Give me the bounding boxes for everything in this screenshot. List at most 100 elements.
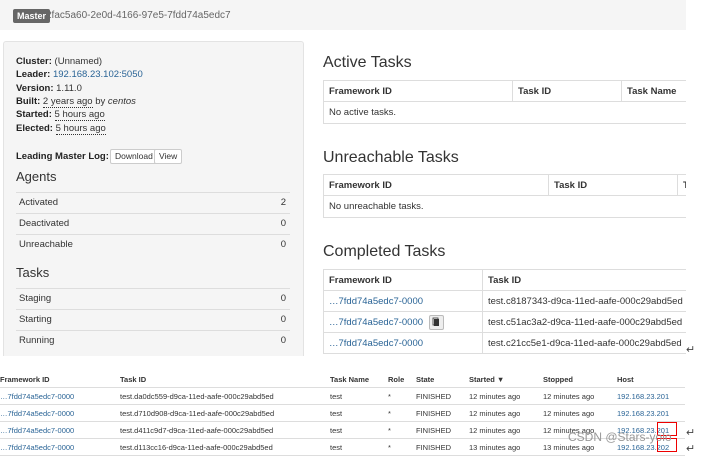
stopped: 12 minutes ago bbox=[539, 387, 613, 405]
started-line: Started: 5 hours ago bbox=[16, 109, 105, 121]
cluster-value: (Unnamed) bbox=[54, 56, 103, 67]
task-id: test.d710d908-d9ca-11ed-aafe-000c29abd5e… bbox=[116, 404, 326, 422]
return-symbol: ↵ bbox=[686, 344, 696, 356]
role: * bbox=[384, 404, 412, 422]
framework-link[interactable]: …7fdd74a5edc7-0000 bbox=[329, 296, 423, 307]
started: 13 minutes ago bbox=[465, 438, 539, 456]
state: FINISHED bbox=[412, 421, 465, 439]
empty-message: No active tasks. bbox=[323, 101, 686, 124]
column-header[interactable]: Stopped bbox=[539, 371, 613, 388]
built-ago: 2 years ago bbox=[42, 96, 93, 108]
version-line: Version: 1.11.0 bbox=[16, 83, 82, 95]
copy-icon[interactable] bbox=[428, 314, 444, 330]
tasks-row-value: 0 bbox=[280, 335, 286, 346]
column-header[interactable]: Framework ID bbox=[323, 174, 549, 196]
completed-tasks-table-wrap: Framework ID Task ID …7fdd74a5edc7-0000 … bbox=[323, 269, 686, 355]
agents-row-activated: Activated 2 bbox=[16, 192, 290, 213]
column-header[interactable]: Framework ID bbox=[0, 371, 116, 388]
started-label: Started: bbox=[16, 109, 52, 120]
table-cell: …7fdd74a5edc7-0000 bbox=[323, 332, 483, 354]
agents-heading: Agents bbox=[16, 169, 57, 184]
host-link[interactable]: 192.168.23.201 bbox=[617, 392, 669, 401]
column-header[interactable]: Host bbox=[613, 371, 685, 388]
column-header[interactable]: Task Name bbox=[326, 371, 384, 388]
column-header[interactable]: T bbox=[677, 174, 686, 196]
agents-row-label: Deactivated bbox=[19, 218, 70, 229]
built-by: by bbox=[95, 96, 106, 107]
leader-link[interactable]: 192.168.23.102:5050 bbox=[53, 69, 143, 80]
task-name: test bbox=[326, 387, 384, 405]
framework-link[interactable]: …7fdd74a5edc7-0000 bbox=[0, 409, 74, 418]
view-button[interactable]: View bbox=[154, 149, 183, 164]
master-log-line: Leading Master Log: bbox=[16, 151, 109, 163]
master-log-label: Leading Master Log: bbox=[16, 151, 109, 162]
cluster-line: Cluster: (Unnamed) bbox=[16, 56, 102, 68]
tasks-row-value: 0 bbox=[280, 293, 286, 304]
agents-row-value: 2 bbox=[280, 197, 286, 208]
task-id: test.d113cc16-d9ca-11ed-aafe-000c29abd5e… bbox=[116, 438, 326, 456]
table-cell: test.c21cc5e1-d9ca-11ed-aafe-000c29abd5e… bbox=[482, 332, 686, 354]
state: FINISHED bbox=[412, 387, 465, 405]
built-user: centos bbox=[107, 96, 136, 107]
tasks-row-label: Running bbox=[19, 335, 55, 346]
elected-label: Elected: bbox=[16, 123, 53, 134]
column-header[interactable]: Task ID bbox=[512, 80, 622, 102]
started-value: 5 hours ago bbox=[54, 109, 105, 121]
unreachable-tasks-table-wrap: Framework ID Task ID T No unreachable ta… bbox=[323, 174, 686, 218]
column-header[interactable]: Task ID bbox=[548, 174, 678, 196]
host-link[interactable]: 192.168.23.201 bbox=[617, 409, 669, 418]
agents-row-deactivated: Deactivated 0 bbox=[16, 213, 290, 234]
unreachable-tasks-heading: Unreachable Tasks bbox=[323, 149, 459, 166]
framework-link[interactable]: …7fdd74a5edc7-0000 bbox=[0, 426, 74, 435]
tasks-row-starting: Starting 0 bbox=[16, 309, 290, 330]
role: * bbox=[384, 438, 412, 456]
task-name: test bbox=[326, 438, 384, 456]
column-header[interactable]: State bbox=[412, 371, 465, 388]
column-header[interactable]: Task ID bbox=[116, 371, 326, 388]
tasks-row-label: Staging bbox=[19, 293, 52, 304]
task-name: test bbox=[326, 404, 384, 422]
table-cell: …7fdd74a5edc7-0000 bbox=[323, 290, 483, 312]
column-header[interactable]: Started ▼ bbox=[465, 371, 539, 388]
built-line: Built: 2 years ago by centos bbox=[16, 96, 136, 108]
column-header[interactable]: Role bbox=[384, 371, 412, 388]
task-id: test.da0dc559-d9ca-11ed-aafe-000c29abd5e… bbox=[116, 387, 326, 405]
column-header[interactable]: Framework ID bbox=[323, 80, 513, 102]
table-row: …7fdd74a5edc7-0000 test.d710d908-d9ca-11… bbox=[0, 404, 685, 422]
unreachable-tasks-table: Framework ID Task ID T No unreachable ta… bbox=[323, 174, 686, 218]
tasks-row-running: Running 0 bbox=[16, 330, 290, 351]
state: FINISHED bbox=[412, 438, 465, 456]
tasks-heading: Tasks bbox=[16, 265, 50, 280]
agents-row-label: Activated bbox=[19, 197, 59, 208]
started: 12 minutes ago bbox=[465, 387, 539, 405]
framework-link[interactable]: …7fdd74a5edc7-0000 bbox=[0, 392, 74, 401]
leader-line: Leader: 192.168.23.102:5050 bbox=[16, 69, 143, 81]
elected-line: Elected: 5 hours ago bbox=[16, 123, 106, 135]
started: 12 minutes ago bbox=[465, 404, 539, 422]
active-tasks-table-wrap: Framework ID Task ID Task Name No active… bbox=[323, 80, 686, 124]
role: * bbox=[384, 421, 412, 439]
state: FINISHED bbox=[412, 404, 465, 422]
column-header[interactable]: Task ID bbox=[482, 269, 686, 291]
table-cell: test.c51ac3a2-d9ca-11ed-aafe-000c29abd5e… bbox=[482, 311, 686, 333]
framework-link[interactable]: …7fdd74a5edc7-0000 bbox=[0, 443, 74, 452]
column-header[interactable]: Task Name bbox=[621, 80, 686, 102]
elected-value: 5 hours ago bbox=[55, 123, 106, 135]
cluster-label: Cluster: bbox=[16, 56, 52, 67]
table-cell: …7fdd74a5edc7-0000 bbox=[323, 311, 483, 333]
master-id: 2fac5a60-2e0d-4166-97e5-7fdd74a5edc7 bbox=[46, 10, 231, 21]
framework-link[interactable]: …7fdd74a5edc7-0000 bbox=[329, 317, 423, 328]
empty-message: No unreachable tasks. bbox=[323, 195, 686, 218]
tasks-row-label: Starting bbox=[19, 314, 52, 325]
column-header[interactable]: Framework ID bbox=[323, 269, 483, 291]
agents-row-value: 0 bbox=[280, 239, 286, 250]
stopped: 12 minutes ago bbox=[539, 404, 613, 422]
built-label: Built: bbox=[16, 96, 41, 107]
download-button[interactable]: Download bbox=[110, 149, 158, 164]
completed-tasks-heading: Completed Tasks bbox=[323, 243, 446, 260]
completed-tasks-table: Framework ID Task ID …7fdd74a5edc7-0000 … bbox=[323, 269, 686, 354]
role: * bbox=[384, 387, 412, 405]
framework-link[interactable]: …7fdd74a5edc7-0000 bbox=[329, 338, 423, 349]
task-id: test.d411c9d7-d9ca-11ed-aafe-000c29abd5e… bbox=[116, 421, 326, 439]
version-label: Version: bbox=[16, 83, 54, 94]
